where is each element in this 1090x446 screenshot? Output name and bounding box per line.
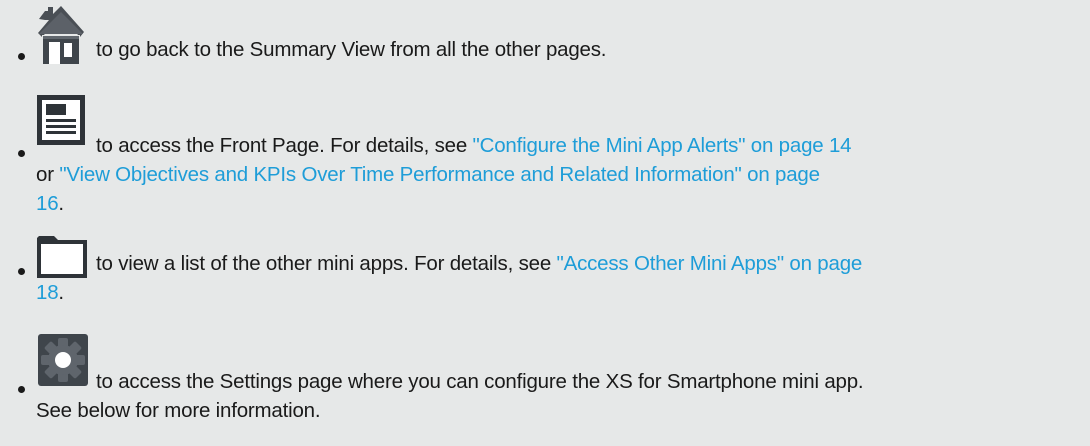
item-text-period: .: [58, 192, 64, 215]
bullet: [18, 386, 25, 393]
front-page-icon: [36, 94, 86, 151]
item-text-line-2: See below for more information.: [36, 399, 321, 422]
item-text: or: [36, 163, 60, 186]
bullet: [18, 53, 25, 60]
item-text-line-1: to access the Front Page. For details, s…: [96, 132, 852, 160]
item-text-line-3: 16.: [36, 190, 64, 218]
item-text-line-2: or "View Objectives and KPIs Over Time P…: [36, 161, 820, 189]
link-view-objectives-kpis-page[interactable]: 16: [36, 192, 59, 215]
link-access-other-mini-apps-page[interactable]: 18: [36, 281, 59, 304]
bullet: [18, 150, 25, 157]
item-text: to go back to the Summary View from all …: [96, 38, 607, 61]
settings-gear-icon: [36, 332, 90, 393]
link-configure-mini-app-alerts[interactable]: "Configure the Mini App Alerts" on page …: [473, 134, 852, 157]
link-access-other-mini-apps[interactable]: "Access Other Mini Apps" on page: [557, 252, 863, 275]
bullet: [18, 268, 25, 275]
folder-icon: [36, 235, 88, 284]
item-text: to view a list of the other mini apps. F…: [96, 252, 557, 275]
item-text-line-1: to access the Settings page where you ca…: [96, 370, 864, 393]
home-icon: [36, 6, 86, 71]
link-view-objectives-kpis[interactable]: "View Objectives and KPIs Over Time Perf…: [59, 163, 820, 186]
item-text-line-2: 18.: [36, 279, 64, 307]
item-text: to access the Front Page. For details, s…: [96, 134, 473, 157]
item-text-line-1: to view a list of the other mini apps. F…: [96, 250, 862, 278]
item-text-period: .: [58, 281, 64, 304]
document-page: to go back to the Summary View from all …: [0, 0, 1090, 446]
